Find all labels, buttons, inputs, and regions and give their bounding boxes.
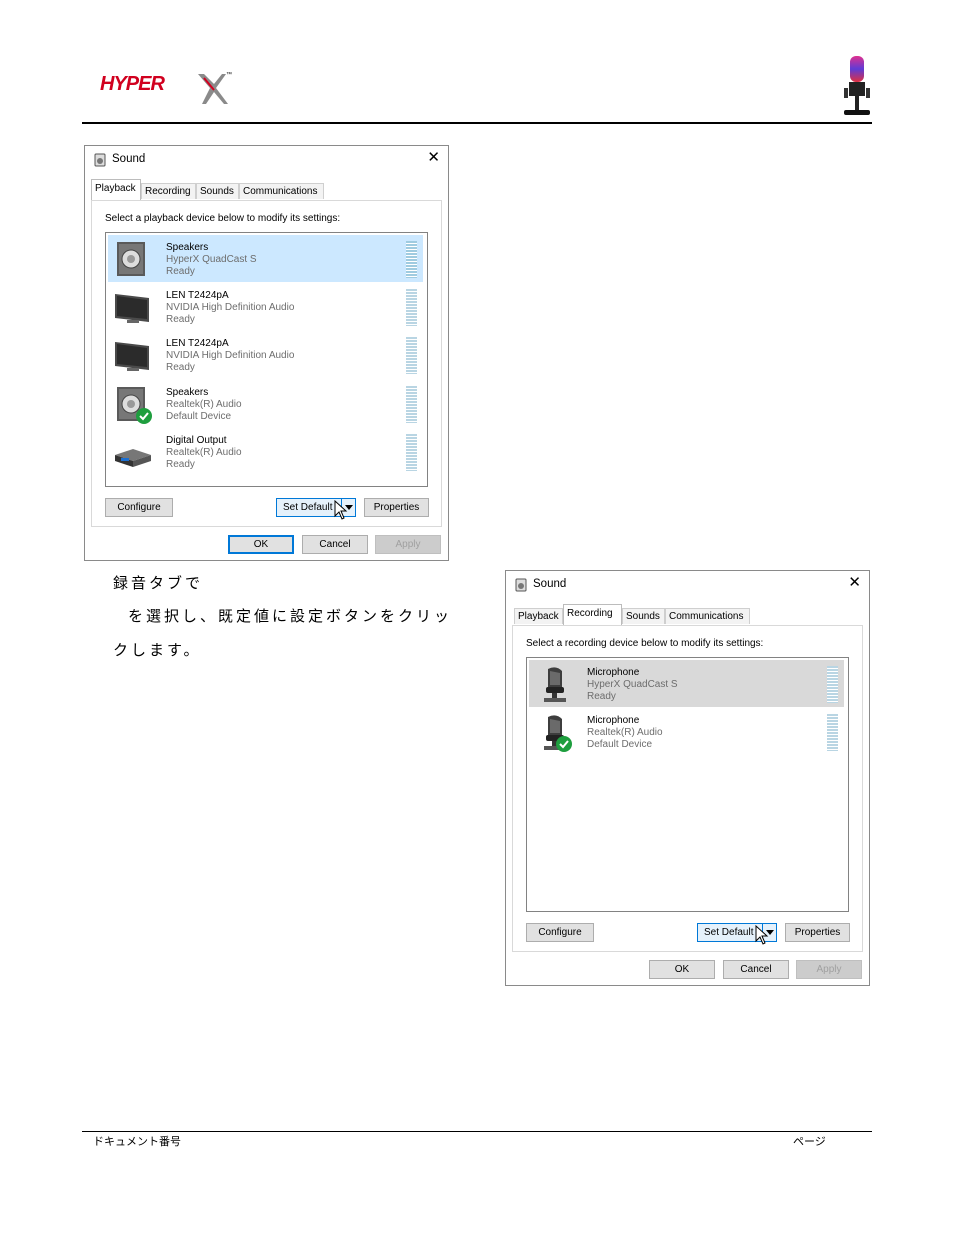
- device-status: Ready: [166, 314, 195, 325]
- svg-text:™: ™: [226, 71, 232, 78]
- level-meter: [406, 241, 417, 278]
- instruction-line-3: クします。: [113, 641, 202, 659]
- tab-recording[interactable]: Recording: [563, 604, 622, 625]
- device-item[interactable]: Microphone Realtek(R) Audio Default Devi…: [529, 708, 844, 755]
- level-meter: [827, 714, 838, 751]
- level-meter: [406, 337, 417, 374]
- device-driver: HyperX QuadCast S: [587, 679, 678, 690]
- sound-dialog-recording: Sound ✕ Playback Recording Sounds Commun…: [505, 570, 870, 986]
- monitor-icon: [115, 342, 149, 371]
- ok-button[interactable]: OK: [228, 535, 294, 554]
- cancel-button[interactable]: Cancel: [723, 960, 789, 979]
- svg-text:HYPER: HYPER: [100, 73, 165, 95]
- device-driver: HyperX QuadCast S: [166, 254, 257, 265]
- device-name: LEN T2424pA: [166, 290, 229, 301]
- device-item[interactable]: Speakers HyperX QuadCast S Ready: [108, 235, 423, 282]
- mouse-cursor-icon: [334, 500, 348, 520]
- level-meter: [406, 386, 417, 423]
- device-status: Default Device: [166, 411, 232, 422]
- close-icon[interactable]: ✕: [848, 575, 861, 591]
- apply-button[interactable]: Apply: [796, 960, 862, 979]
- tab-communications[interactable]: Communications: [239, 183, 324, 199]
- microphone-icon: [544, 667, 566, 702]
- set-default-label: Set Default: [704, 927, 754, 938]
- microphone-default-icon: [544, 715, 572, 752]
- tab-sounds[interactable]: Sounds: [622, 608, 665, 624]
- dialog-title: Sound: [112, 153, 146, 165]
- device-item[interactable]: Microphone HyperX QuadCast S Ready: [529, 660, 844, 707]
- tab-sounds[interactable]: Sounds: [196, 183, 239, 199]
- quadcast-mic-image: [844, 56, 870, 115]
- page-label: ページ: [793, 1135, 826, 1148]
- device-name: Speakers: [166, 387, 209, 398]
- configure-button[interactable]: Configure: [105, 498, 173, 517]
- sound-app-icon: [94, 153, 106, 167]
- instruction-line-1: 録音タブで: [113, 574, 204, 592]
- device-name: Speakers: [166, 242, 209, 253]
- tab-panel: Select a recording device below to modif…: [512, 625, 863, 952]
- sound-app-icon: [515, 578, 527, 592]
- hyperx-logo: HYPER ™: [100, 71, 232, 104]
- configure-button[interactable]: Configure: [526, 923, 594, 942]
- monitor-icon: [115, 294, 149, 323]
- level-meter: [827, 666, 838, 703]
- cancel-button[interactable]: Cancel: [302, 535, 368, 554]
- device-status: Ready: [166, 266, 195, 277]
- device-item[interactable]: LEN T2424pA NVIDIA High Definition Audio…: [108, 283, 423, 330]
- device-list: Speakers HyperX QuadCast S Ready LEN T24…: [105, 232, 428, 487]
- level-meter: [406, 434, 417, 471]
- device-status: Ready: [166, 459, 195, 470]
- device-driver: Realtek(R) Audio: [166, 447, 242, 458]
- header-rule: [82, 122, 872, 124]
- title-bar: Sound ✕: [85, 146, 448, 174]
- device-item[interactable]: Speakers Realtek(R) Audio Default Device: [108, 380, 423, 427]
- footer-rule: [82, 1131, 872, 1132]
- title-bar: Sound ✕: [506, 571, 869, 599]
- device-name: Microphone: [587, 667, 640, 678]
- tab-playback[interactable]: Playback: [91, 179, 141, 200]
- device-item[interactable]: LEN T2424pA NVIDIA High Definition Audio…: [108, 331, 423, 378]
- device-name: Digital Output: [166, 435, 227, 446]
- instruction-text: Select a recording device below to modif…: [526, 638, 764, 649]
- device-name: Microphone: [587, 715, 640, 726]
- device-driver: NVIDIA High Definition Audio: [166, 350, 295, 361]
- tab-playback[interactable]: Playback: [514, 608, 563, 624]
- device-status: Default Device: [587, 739, 653, 750]
- digital-output-icon: [115, 449, 151, 467]
- properties-button[interactable]: Properties: [364, 498, 429, 517]
- device-item[interactable]: Digital Output Realtek(R) Audio Ready: [108, 428, 423, 475]
- set-default-label: Set Default: [283, 502, 333, 513]
- speaker-default-icon: [117, 387, 152, 424]
- speaker-icon: [117, 242, 145, 276]
- properties-button[interactable]: Properties: [785, 923, 850, 942]
- sound-dialog-playback: Sound ✕ Playback Recording Sounds Commun…: [84, 145, 449, 561]
- tab-recording[interactable]: Recording: [141, 183, 196, 199]
- device-driver: NVIDIA High Definition Audio: [166, 302, 295, 313]
- instruction-text: Select a playback device below to modify…: [105, 213, 341, 224]
- device-status: Ready: [587, 691, 616, 702]
- dialog-title: Sound: [533, 578, 567, 590]
- apply-button[interactable]: Apply: [375, 535, 441, 554]
- instruction-line-2: を選択し、既定値に設定ボタンをクリッ: [128, 607, 453, 625]
- device-name: LEN T2424pA: [166, 338, 229, 349]
- document-number-label: ドキュメント番号: [93, 1135, 181, 1148]
- mouse-cursor-icon: [755, 925, 769, 945]
- ok-button[interactable]: OK: [649, 960, 715, 979]
- level-meter: [406, 289, 417, 326]
- device-driver: Realtek(R) Audio: [587, 727, 663, 738]
- device-status: Ready: [166, 362, 195, 373]
- device-list: Microphone HyperX QuadCast S Ready Micro…: [526, 657, 849, 912]
- tab-panel: Select a playback device below to modify…: [91, 200, 442, 527]
- device-driver: Realtek(R) Audio: [166, 399, 242, 410]
- close-icon[interactable]: ✕: [427, 150, 440, 166]
- tab-communications[interactable]: Communications: [665, 608, 750, 624]
